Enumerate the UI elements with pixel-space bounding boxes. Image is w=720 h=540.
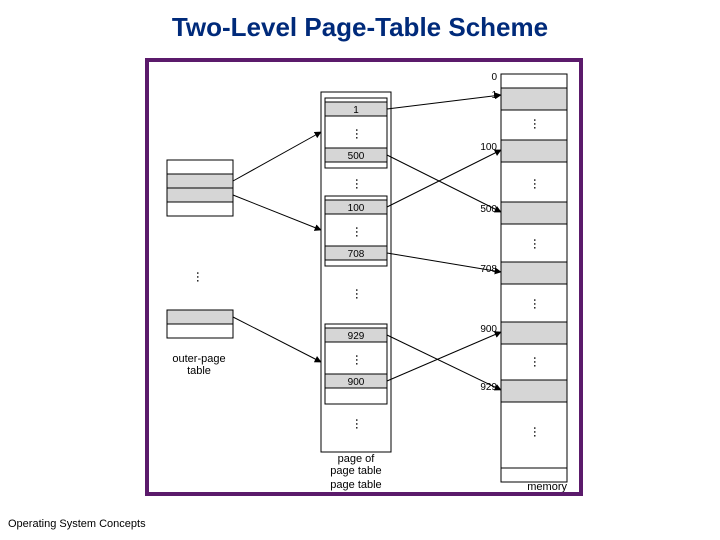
svg-text:...: ... xyxy=(531,426,547,438)
outer-page-table: ... outer-pagetable xyxy=(167,160,233,377)
mem-label-900: 900 xyxy=(480,324,497,335)
svg-text:...: ... xyxy=(531,298,547,310)
page-table-diagram: ... outer-pagetable 1 ... 500 ... 100 ..… xyxy=(149,62,579,492)
svg-text:...: ... xyxy=(353,178,369,190)
arrows-inner-memory xyxy=(387,95,501,390)
inner-entry-929: 929 xyxy=(348,331,365,342)
svg-text:...: ... xyxy=(531,238,547,250)
svg-text:...: ... xyxy=(531,356,547,368)
svg-text:...: ... xyxy=(353,226,369,238)
inner-entry-900: 900 xyxy=(348,377,365,388)
svg-text:...: ... xyxy=(353,128,369,140)
page-table-label: page table xyxy=(330,479,381,491)
inner-entry-1: 1 xyxy=(353,105,359,116)
svg-text:...: ... xyxy=(353,418,369,430)
diagram-frame: ... outer-pagetable 1 ... 500 ... 100 ..… xyxy=(145,58,583,496)
mem-label-0: 0 xyxy=(491,72,497,83)
inner-entry-100: 100 xyxy=(348,203,365,214)
svg-text:...: ... xyxy=(353,288,369,300)
outer-page-table-label: outer-pagetable xyxy=(172,353,225,377)
page-of-page-table-label: page ofpage table xyxy=(330,453,381,477)
slide-title: Two-Level Page-Table Scheme xyxy=(0,12,720,43)
svg-text:...: ... xyxy=(353,354,369,366)
svg-text:...: ... xyxy=(531,118,547,130)
svg-text:...: ... xyxy=(194,271,210,283)
footer-text: Operating System Concepts xyxy=(8,518,146,530)
page-of-page-table: 1 ... 500 ... 100 ... 708 ... 929 ... 90… xyxy=(321,92,391,491)
mem-label-100: 100 xyxy=(480,142,497,153)
inner-entry-500: 500 xyxy=(348,151,365,162)
svg-text:...: ... xyxy=(531,178,547,190)
memory-label: memory xyxy=(527,481,567,492)
inner-entry-708: 708 xyxy=(348,249,365,260)
memory-column: 0 1 ... 100 ... 500 ... 708 ... 900 ... … xyxy=(480,72,567,492)
arrows-outer-inner xyxy=(233,132,321,362)
